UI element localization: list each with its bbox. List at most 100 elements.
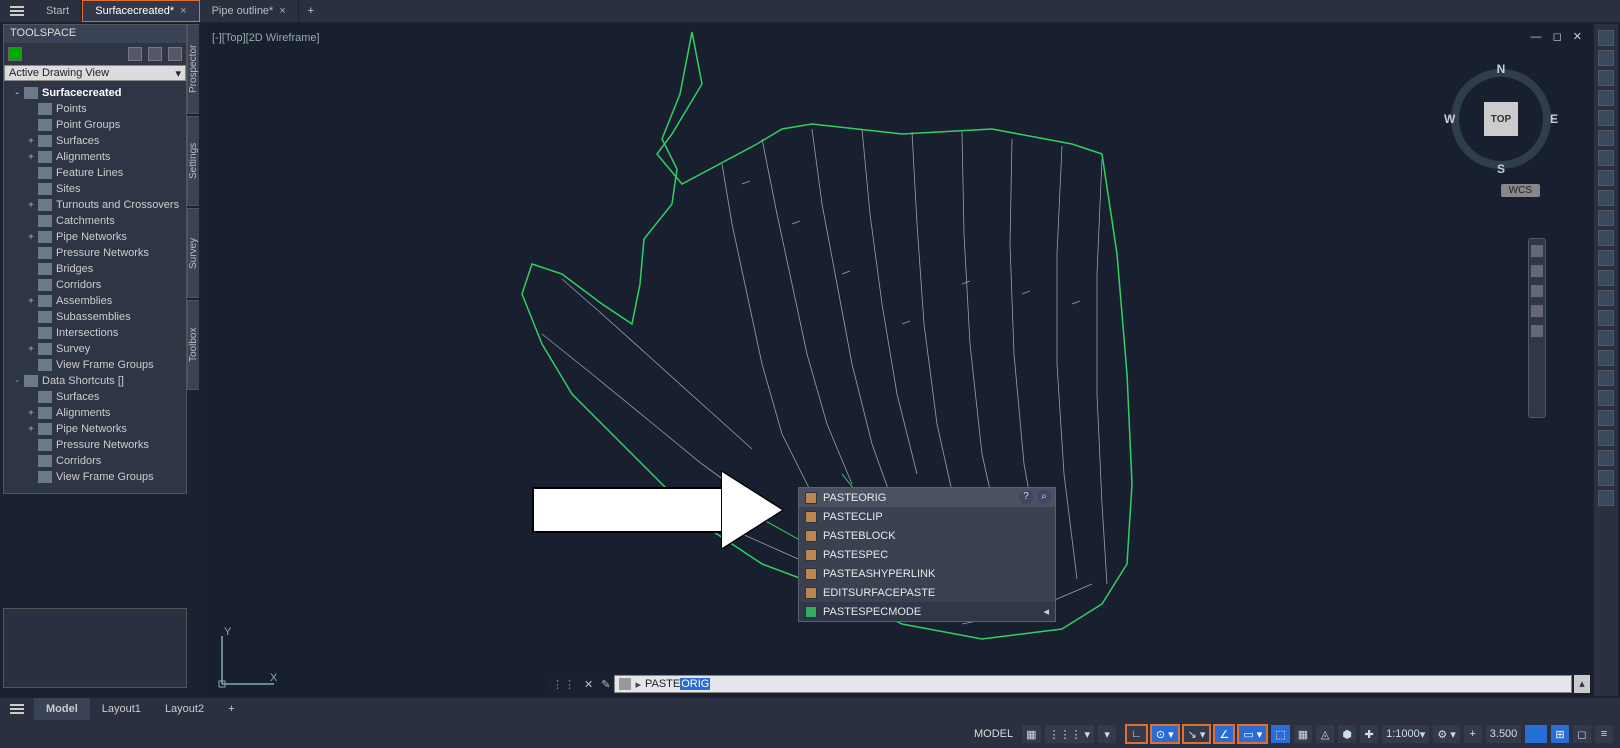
tree-item[interactable]: +Surfaces [22,133,184,149]
close-icon[interactable]: × [279,5,285,17]
tree-expander-icon[interactable]: - [12,88,22,99]
rtool-icon[interactable] [1598,470,1614,486]
tree-item[interactable]: Pressure Networks [22,245,184,261]
status-isodraft-icon[interactable]: ↘ ▾ [1182,724,1212,744]
ac-item-pasteashyperlink[interactable]: PASTEASHYPERLINK [799,564,1055,583]
command-autocomplete[interactable]: ? ⌕ PASTEORIG PASTECLIP PASTEBLOCK PASTE… [798,487,1056,622]
rtool-icon[interactable] [1598,290,1614,306]
rtool-icon[interactable] [1598,390,1614,406]
status-polar-icon[interactable]: ⊙ ▾ [1150,724,1180,744]
rtool-icon[interactable] [1598,490,1614,506]
rtool-icon[interactable] [1598,130,1614,146]
app-menu-button[interactable] [0,0,34,22]
tree-item[interactable]: Point Groups [22,117,184,133]
rtool-icon[interactable] [1598,170,1614,186]
ac-item-pasteclip[interactable]: PASTECLIP [799,507,1055,526]
rtool-icon[interactable] [1598,190,1614,206]
rtool-icon[interactable] [1598,350,1614,366]
status-custom-icon[interactable]: ≡ [1594,724,1614,744]
sidetab-toolbox[interactable]: Toolbox [187,300,199,390]
tree-item[interactable]: Intersections [22,325,184,341]
viewcube-east[interactable]: E [1550,112,1558,126]
tree-expander-icon[interactable]: + [26,344,36,355]
tree-item[interactable]: +Pipe Networks [22,421,184,437]
tree-expander-icon[interactable]: + [26,296,36,307]
status-scale-dropdown[interactable]: 1:1000 ▾ [1381,724,1430,744]
status-annomon-icon[interactable]: 👤 [1524,724,1548,744]
tree-item[interactable]: Corridors [22,277,184,293]
layout-tab-layout2[interactable]: Layout2 [153,698,216,720]
rtool-icon[interactable] [1598,370,1614,386]
tree-expander-icon[interactable]: + [26,232,36,243]
viewcube-south[interactable]: S [1497,162,1505,176]
tree-item[interactable]: View Frame Groups [22,357,184,373]
ac-item-pastespec[interactable]: PASTESPEC [799,545,1055,564]
tree-item[interactable]: Surfaces [22,389,184,405]
ac-item-pasteblock[interactable]: PASTEBLOCK [799,526,1055,545]
rtool-icon[interactable] [1598,50,1614,66]
commandline-customize-icon[interactable]: ✎ [597,678,614,691]
tree-expander-icon[interactable]: + [26,152,36,163]
ac-item-editsurfacepaste[interactable]: EDITSURFACEPASTE [799,583,1055,602]
status-lineweight-icon[interactable]: ⬚ [1270,724,1290,744]
nav-wheel-icon[interactable] [1531,245,1543,257]
rtool-icon[interactable] [1598,90,1614,106]
prospector-tree[interactable]: -SurfacecreatedPointsPoint Groups+Surfac… [4,81,186,493]
tree-item[interactable]: +Survey [22,341,184,357]
tree-item[interactable]: Bridges [22,261,184,277]
tree-expander-icon[interactable]: + [26,136,36,147]
rtool-icon[interactable] [1598,450,1614,466]
tree-item[interactable]: Sites [22,181,184,197]
command-history-button[interactable]: ▴ [1574,675,1590,693]
tree-item[interactable]: -Data Shortcuts [] [8,373,184,389]
rtool-icon[interactable] [1598,110,1614,126]
rtool-icon[interactable] [1598,310,1614,326]
tree-item[interactable]: Corridors [22,453,184,469]
rtool-icon[interactable] [1598,330,1614,346]
command-line[interactable]: ⋮⋮ ✕ ✎ ▸ PASTEORIG ▴ [548,674,1590,694]
autocomplete-search-icon[interactable]: ⌕ [1037,490,1051,504]
nav-pan-icon[interactable] [1531,265,1543,277]
status-dropdown[interactable]: ▾ [1097,724,1117,744]
command-input[interactable]: ▸ PASTEORIG [614,675,1572,693]
toolspace-icon-1[interactable] [128,47,142,61]
autocomplete-help-icon[interactable]: ? [1019,490,1033,504]
tree-item[interactable]: +Assemblies [22,293,184,309]
status-value[interactable]: 3.500 [1485,724,1523,744]
view-filter-dropdown[interactable]: Active Drawing View ▾ [4,65,186,81]
tab-start[interactable]: Start [34,0,82,22]
tab-surfacecreated[interactable]: Surfacecreated*× [82,0,199,22]
tree-expander-icon[interactable]: + [26,200,36,211]
rtool-icon[interactable] [1598,70,1614,86]
layout-tab-model[interactable]: Model [34,698,90,720]
status-ortho-icon[interactable]: ∟ [1125,724,1148,744]
tree-item[interactable]: View Frame Groups [22,469,184,485]
status-cycling-icon[interactable]: ◬ [1315,724,1335,744]
tree-expander-icon[interactable]: + [26,424,36,435]
help-icon[interactable] [168,47,182,61]
status-snap-icon[interactable]: ⋮⋮⋮ ▾ [1044,724,1096,744]
layer-color-swatch[interactable] [8,47,22,61]
status-model-label[interactable]: MODEL [968,724,1019,744]
viewcube-ring[interactable] [1451,69,1551,169]
tree-item[interactable]: +Turnouts and Crossovers [22,197,184,213]
tree-item[interactable]: Catchments [22,213,184,229]
layout-menu-button[interactable] [0,708,34,710]
ac-item-pastespecmode[interactable]: PASTESPECMODE◂ [799,602,1055,621]
new-tab-button[interactable]: + [299,5,323,17]
status-otrack-icon[interactable]: ▭ ▾ [1237,724,1268,744]
tree-item[interactable]: Subassemblies [22,309,184,325]
nav-showmotion-icon[interactable] [1531,325,1543,337]
commandline-grip[interactable]: ⋮⋮ [548,678,580,691]
layout-add-button[interactable]: + [216,698,246,720]
rtool-icon[interactable] [1598,270,1614,286]
tree-item[interactable]: +Alignments [22,405,184,421]
rtool-icon[interactable] [1598,250,1614,266]
status-3dosnap-icon[interactable]: ⬢ [1337,724,1357,744]
tree-expander-icon[interactable]: - [12,376,22,387]
rtool-icon[interactable] [1598,230,1614,246]
rtool-icon[interactable] [1598,150,1614,166]
tree-item[interactable]: Pressure Networks [22,437,184,453]
status-workspace-icon[interactable]: ◻ [1572,724,1592,744]
rtool-icon[interactable] [1598,410,1614,426]
